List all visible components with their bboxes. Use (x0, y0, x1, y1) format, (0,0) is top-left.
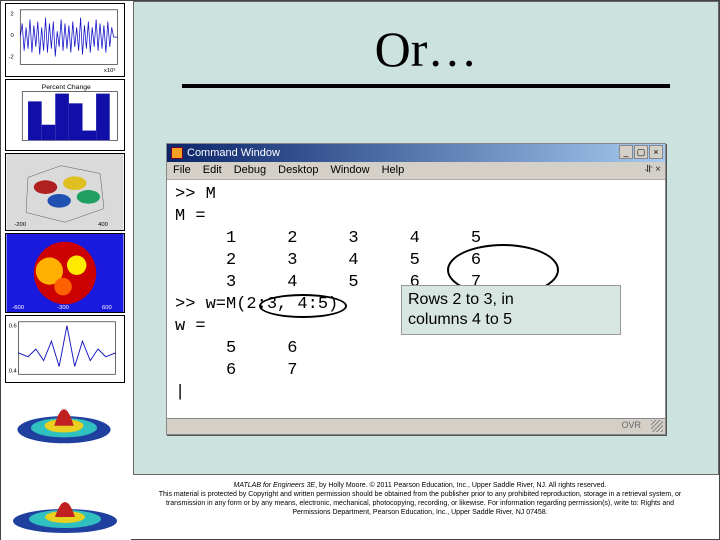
svg-text:-600: -600 (12, 305, 24, 311)
thumb-bar-chart: Percent Change (5, 79, 125, 151)
cmd-line: 5 6 (175, 338, 657, 360)
minimize-button[interactable]: _ (619, 145, 633, 159)
cmd-line: 2 3 4 5 6 (175, 250, 657, 272)
cmd-line: M = (175, 206, 657, 228)
slide-title: Or… (134, 20, 718, 78)
svg-text:600: 600 (102, 305, 113, 311)
command-window-titlebar: Command Window _ ▢ × (167, 144, 665, 162)
thumb-fractal: -600 -300 600 (5, 233, 125, 313)
cmd-line: >> M (175, 184, 657, 206)
svg-text:400: 400 (98, 222, 108, 228)
menu-window[interactable]: Window (330, 164, 369, 177)
dock-icon[interactable]: ⥯ × (645, 164, 661, 175)
svg-text:-200: -200 (14, 222, 26, 228)
footer-rest1: , by Holly Moore. © 2011 Pearson Educati… (315, 482, 606, 489)
app-icon (171, 147, 183, 159)
thumb-sombrero-3d (5, 385, 125, 453)
thumb-sombrero-footer (3, 481, 127, 537)
maximize-button[interactable]: ▢ (634, 145, 648, 159)
menu-help[interactable]: Help (382, 164, 405, 177)
footer: MATLAB for Engineers 3E, by Holly Moore.… (1, 475, 719, 539)
menu-file[interactable]: File (173, 164, 191, 177)
close-button[interactable]: × (649, 145, 663, 159)
footer-line3: transmission in any form or by any means… (141, 499, 699, 508)
slide: 2 0 -2 x10³ Percent Change (0, 0, 720, 540)
svg-text:x10³: x10³ (104, 68, 115, 74)
callout-line2: columns 4 to 5 (408, 310, 614, 330)
window-buttons: _ ▢ × (619, 145, 663, 159)
thumb-sinc-plot: 0.6 0.4 (5, 315, 125, 383)
cmd-line: 6 7 (175, 360, 657, 382)
oval-slice-expr (259, 294, 347, 318)
menu-bar: File Edit Debug Desktop Window Help ⥯ × (167, 162, 665, 180)
resize-grip-icon[interactable] (651, 420, 663, 432)
svg-text:0: 0 (11, 33, 15, 39)
menu-debug[interactable]: Debug (234, 164, 266, 177)
thumb-surface-3d: -200 400 (5, 153, 125, 231)
footer-line4: Permissions Department, Pearson Educatio… (141, 508, 699, 517)
svg-text:2: 2 (11, 12, 14, 18)
callout-line1: Rows 2 to 3, in (408, 290, 614, 310)
command-window-title: Command Window (187, 147, 280, 159)
thumbnail-column: 2 0 -2 x10³ Percent Change (1, 1, 131, 540)
svg-text:-300: -300 (57, 305, 69, 311)
status-bar: OVR (167, 418, 665, 434)
footer-line2: This material is protected by Copyright … (141, 490, 699, 499)
footer-book: MATLAB for Engineers 3E (234, 482, 316, 489)
menu-desktop[interactable]: Desktop (278, 164, 318, 177)
thumb-signal-plot: 2 0 -2 x10³ (5, 3, 125, 77)
callout-box: Rows 2 to 3, in columns 4 to 5 (401, 285, 621, 335)
status-ovr: OVR (621, 420, 641, 430)
svg-text:0.4: 0.4 (9, 368, 18, 374)
title-rule (182, 84, 670, 88)
cmd-line: 1 2 3 4 5 (175, 228, 657, 250)
cursor-line: | (175, 382, 657, 404)
menu-edit[interactable]: Edit (203, 164, 222, 177)
footer-line1: MATLAB for Engineers 3E, by Holly Moore.… (141, 481, 699, 490)
thumb-bar-title: Percent Change (42, 84, 91, 91)
svg-text:0.6: 0.6 (9, 324, 17, 330)
svg-text:-2: -2 (9, 54, 14, 60)
